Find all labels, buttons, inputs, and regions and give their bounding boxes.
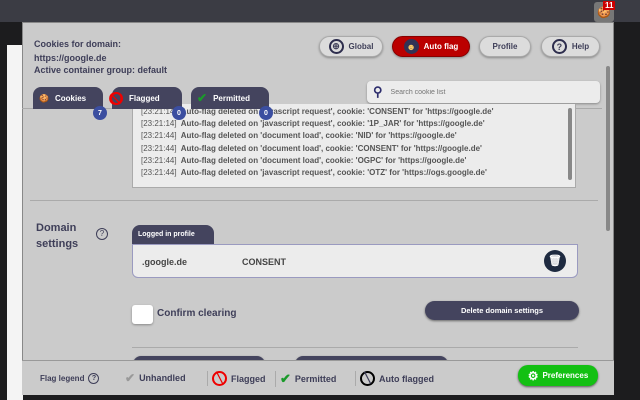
tab-label: Permitted — [213, 93, 250, 103]
cookie-icon: 🍪 — [39, 93, 49, 103]
check-icon: ✔ — [197, 91, 208, 105]
log-time: [23:21:44] — [141, 143, 177, 153]
preferences-button[interactable]: ⚙ Preferences — [518, 365, 598, 386]
search-icon: ⚲ — [373, 84, 383, 99]
log-entry: [23:21:44] Auto-flag deleted on 'documen… — [141, 130, 567, 142]
tab-label: Cookies — [54, 93, 87, 103]
cookies-count: 7 — [93, 106, 107, 120]
log-time: [23:21:44] — [141, 168, 177, 178]
log-time: [23:21:14] — [141, 119, 177, 129]
log-entry: [23:21:44] Auto-flag deleted on 'documen… — [141, 143, 567, 155]
autoflag-label: Auto flag — [423, 42, 459, 51]
log-scrollbar[interactable] — [568, 108, 572, 180]
tab-flagged[interactable]: ⃠Flagged — [110, 87, 182, 109]
trash-icon[interactable]: 🗑 — [544, 250, 566, 272]
log-box: [23:21:14] Auto-flag deleted on 'javascr… — [132, 104, 576, 188]
domain-label: Cookies for domain: — [34, 39, 122, 49]
cookie-domain: .google.de — [142, 257, 187, 267]
log-time: [23:21:44] — [141, 155, 177, 165]
legend-autoflagged: ╲ Auto flagged — [355, 371, 434, 386]
flag-legend: Flag legend? — [40, 373, 100, 384]
legend-text: Auto flagged — [379, 373, 434, 384]
footer: Flag legend? ✔ Unhandled ╲ Flagged ✔ Permit… — [22, 360, 614, 395]
help-label: Help — [571, 42, 590, 51]
global-label: Global — [348, 42, 374, 51]
extension-popup — [22, 22, 614, 395]
legend-help-icon[interactable]: ? — [88, 373, 100, 384]
log-message: Auto-flag deleted on 'document load', co… — [180, 131, 457, 141]
browser-toolbar — [0, 0, 640, 22]
domain-settings-title: Domain settings — [36, 222, 79, 250]
profile-button[interactable]: Profile — [479, 36, 531, 57]
global-button[interactable]: ⊕ Global — [319, 36, 383, 57]
legend-flagged: ╲ Flagged — [207, 371, 266, 386]
domain-settings-help-icon[interactable]: ? — [96, 228, 108, 240]
tab-label: Logged in profile — [138, 231, 195, 238]
log-time: [23:21:44] — [141, 131, 177, 141]
permitted-count: 0 — [259, 106, 273, 120]
globe-icon: ⊕ — [328, 39, 344, 54]
help-button[interactable]: ? Help — [541, 36, 600, 57]
delete-domain-settings-button[interactable]: Delete domain settings — [425, 301, 579, 320]
gear-icon: ⚙ — [527, 368, 539, 383]
monster-icon: ☻ — [403, 39, 419, 54]
legend-label: Flag legend — [40, 374, 85, 383]
divider — [30, 200, 598, 201]
log-message: Auto-flag deleted on 'javascript request… — [180, 168, 487, 178]
legend-permitted: ✔ Permitted — [275, 371, 336, 387]
legend-text: Unhandled — [139, 373, 186, 383]
logged-in-profile-tab[interactable]: Logged in profile — [132, 225, 214, 244]
popup-scrollbar[interactable] — [606, 66, 610, 231]
log-entry: [23:21:44] Auto-flag deleted on 'javascr… — [141, 167, 567, 179]
legend-unhandled: ✔ Unhandled — [125, 371, 186, 385]
confirm-checkbox[interactable] — [132, 305, 153, 324]
container-group: Active container group: default — [34, 65, 168, 75]
legend-text: Flagged — [231, 373, 266, 384]
gray-check-icon: ✔ — [125, 371, 136, 385]
log-entry: [23:21:14] Auto-flag deleted on 'javascr… — [141, 118, 567, 130]
search-box[interactable]: ⚲ — [367, 81, 600, 103]
black-forbidden-icon: ╲ — [360, 371, 375, 386]
legend-text: Permitted — [294, 374, 337, 384]
tab-label: Flagged — [129, 93, 160, 103]
autoflag-button[interactable]: ☻ Auto flag — [392, 36, 470, 57]
tab-cookies[interactable]: 🍪 Cookies — [33, 87, 103, 109]
preferences-label: Preferences — [542, 371, 589, 380]
profile-label: Profile — [492, 42, 518, 51]
green-check-icon: ✔ — [280, 371, 291, 386]
forbidden-icon: ╲ — [212, 371, 227, 386]
log-message: Auto-flag deleted on 'document load', co… — [180, 143, 482, 153]
confirm-label: Confirm clearing — [157, 308, 237, 319]
log-message: Auto-flag deleted on 'javascript request… — [180, 119, 485, 129]
log-entry: [23:21:44] Auto-flag deleted on 'documen… — [141, 155, 567, 167]
divider — [132, 347, 578, 348]
page-background — [7, 45, 23, 400]
cookie-row: .google.de CONSENT 🗑 — [132, 244, 578, 278]
cookie-name: CONSENT — [242, 257, 287, 267]
flagged-count: 0 — [172, 106, 186, 120]
search-input[interactable] — [390, 88, 591, 96]
extension-badge: 11 — [603, 1, 616, 10]
question-icon: ? — [551, 39, 567, 54]
log-message: Auto-flag deleted on 'document load', co… — [180, 155, 467, 165]
tab-permitted[interactable]: ✔ Permitted — [191, 87, 269, 109]
